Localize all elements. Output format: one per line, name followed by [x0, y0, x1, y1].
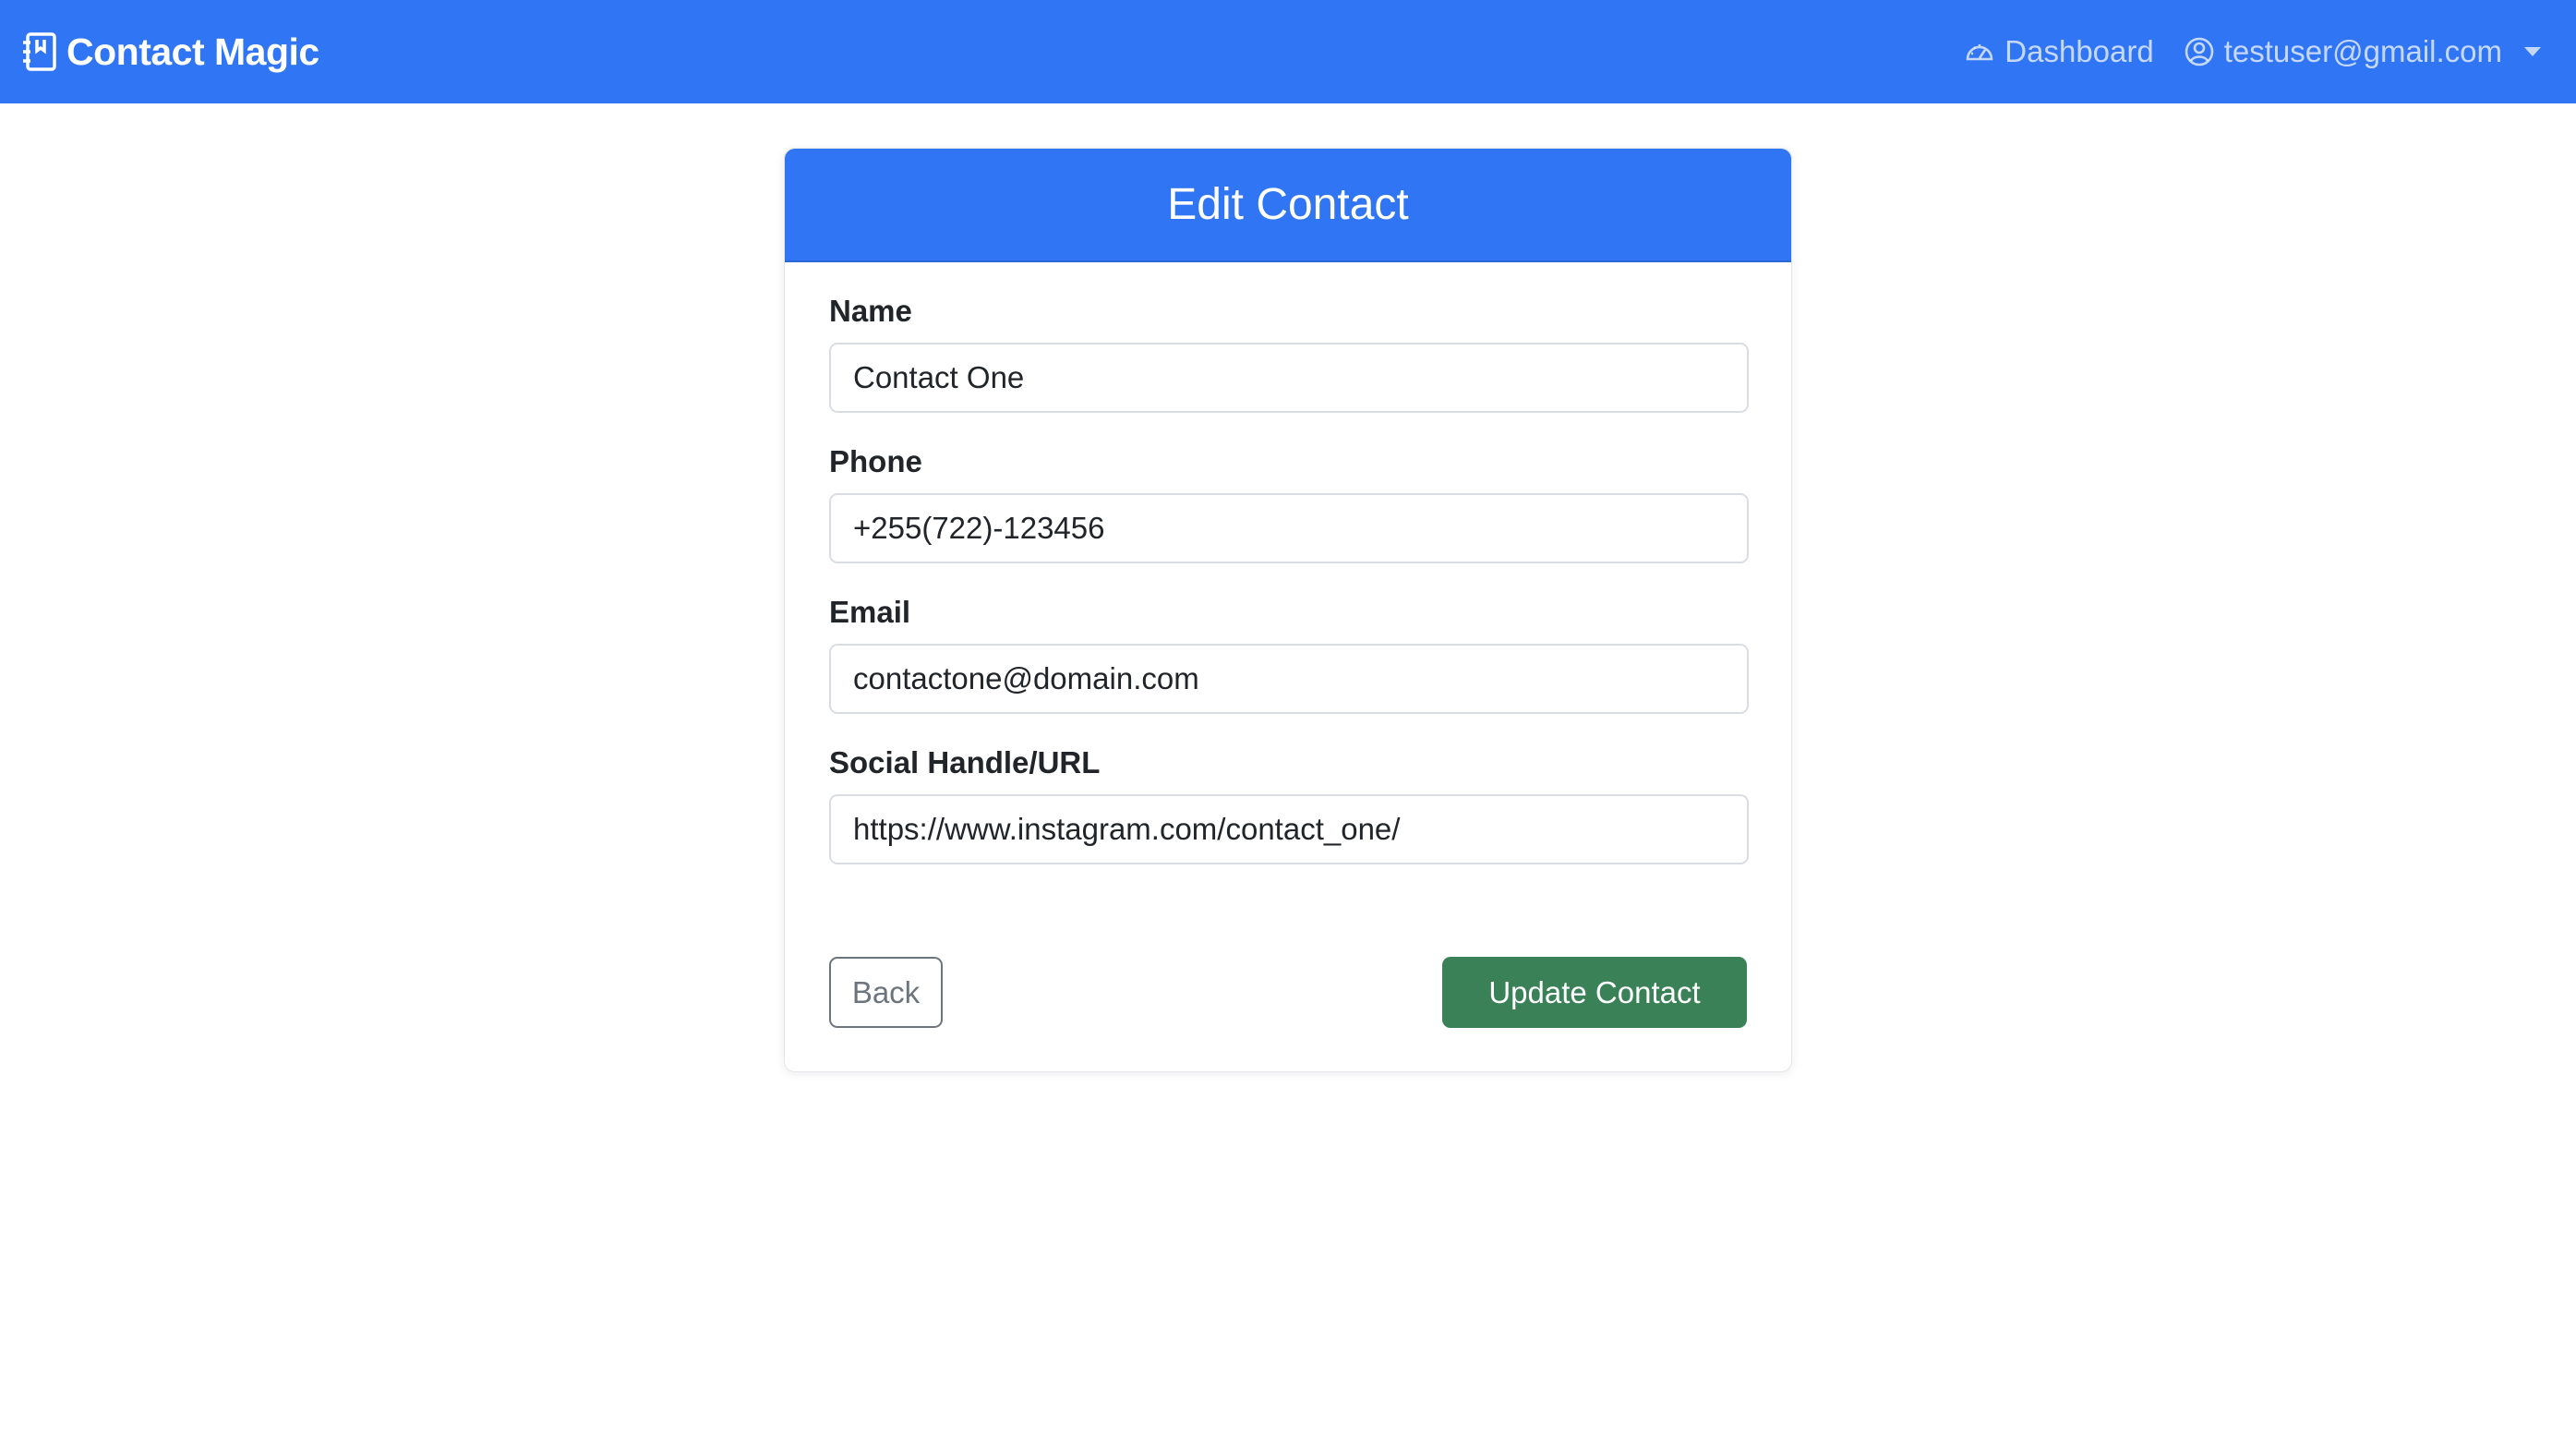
- name-label: Name: [829, 294, 912, 328]
- name-input[interactable]: [829, 343, 1749, 413]
- email-input[interactable]: [829, 644, 1749, 714]
- phone-field-group: Phone: [829, 444, 1749, 563]
- social-field-group: Social Handle/URL: [829, 745, 1749, 864]
- nav-dashboard-link[interactable]: Dashboard: [1964, 34, 2154, 69]
- user-menu-dropdown[interactable]: testuser@gmail.com: [2184, 34, 2541, 69]
- social-label: Social Handle/URL: [829, 745, 1101, 779]
- chevron-down-icon: [2524, 47, 2541, 56]
- email-field-group: Email: [829, 595, 1749, 714]
- nav-dashboard-label: Dashboard: [2004, 34, 2154, 68]
- speedometer-icon: [1964, 36, 1995, 67]
- update-contact-button[interactable]: Update Contact: [1442, 957, 1747, 1028]
- card-title: Edit Contact: [785, 149, 1791, 262]
- phone-label: Phone: [829, 444, 922, 478]
- social-input[interactable]: [829, 794, 1749, 864]
- address-book-icon: [22, 32, 57, 71]
- edit-contact-card: Edit Contact Name Phone Email Social Han…: [784, 148, 1792, 1072]
- name-field-group: Name: [829, 294, 1749, 413]
- back-button[interactable]: Back: [829, 957, 943, 1028]
- brand-name: Contact Magic: [66, 30, 319, 73]
- user-email: testuser@gmail.com: [2223, 34, 2502, 68]
- top-navbar: Contact Magic Dashboard testuser@gmail.c…: [0, 0, 2576, 103]
- person-circle-icon: [2184, 36, 2215, 67]
- email-label: Email: [829, 595, 911, 629]
- brand-link[interactable]: Contact Magic: [22, 30, 319, 74]
- phone-input[interactable]: [829, 493, 1749, 563]
